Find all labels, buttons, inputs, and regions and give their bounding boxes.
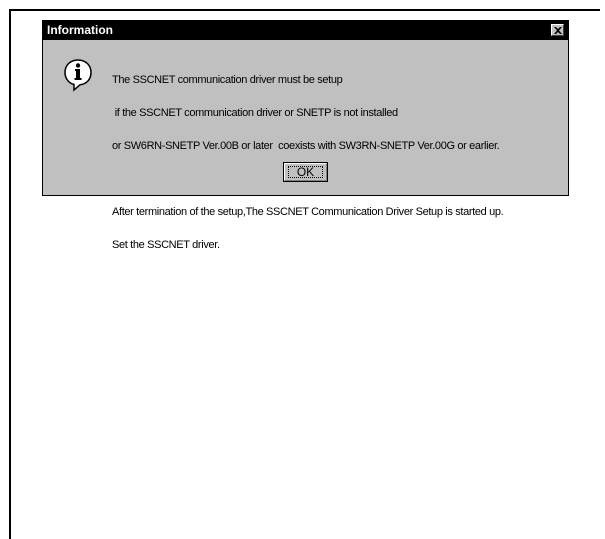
ok-button-label: OK (296, 165, 315, 179)
message-gap (112, 174, 562, 185)
message-line: The SSCNET communication driver must be … (112, 74, 343, 86)
ok-button[interactable]: OK (283, 162, 328, 182)
information-dialog: Information The SSCNET communication dri… (42, 20, 569, 251)
message-line: or SW6RN-SNETP Ver.00B or later coexists… (112, 140, 500, 152)
close-button[interactable] (551, 24, 564, 36)
dialog-title: Information (47, 23, 113, 37)
information-icon (64, 59, 92, 92)
message-line: Set the SSCNET driver. (112, 239, 220, 251)
close-icon (553, 26, 562, 34)
message-line: if the SSCNET communication driver or SN… (112, 107, 398, 119)
message-text: The SSCNET communication driver must be … (112, 53, 562, 273)
message-line: After termination of the setup,The SSCNE… (112, 206, 504, 218)
title-bar[interactable]: Information (43, 21, 568, 40)
